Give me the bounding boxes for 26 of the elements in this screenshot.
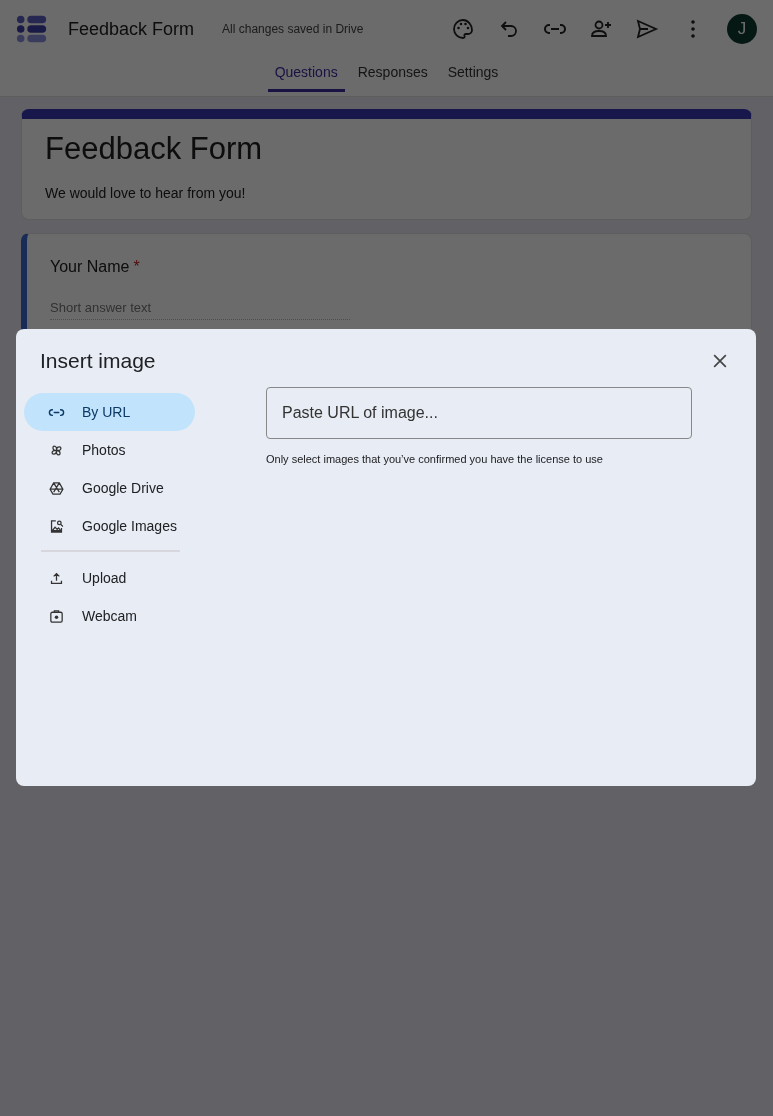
image-search-icon	[48, 517, 65, 535]
palette-icon[interactable]	[451, 17, 475, 41]
form-tab[interactable]: Questions	[267, 58, 345, 92]
form-title[interactable]: Feedback Form	[45, 131, 728, 167]
save-status: All changes saved in Drive	[222, 22, 364, 36]
source-menu-item[interactable]: Google Drive	[24, 469, 195, 507]
account-avatar[interactable]: J	[727, 14, 757, 44]
source-menu-item[interactable]: Photos	[24, 431, 195, 469]
source-menu-item[interactable]: Webcam	[24, 597, 195, 635]
form-tab[interactable]: Settings	[440, 58, 506, 92]
document-title[interactable]: Feedback Form	[68, 18, 195, 40]
source-menu-item[interactable]: By URL	[24, 393, 195, 431]
drive-icon	[48, 479, 65, 497]
source-menu-item[interactable]: Upload	[24, 559, 195, 597]
forms-logo-icon[interactable]	[16, 14, 48, 44]
url-input-field[interactable]: Paste URL of image...	[266, 387, 692, 439]
camera-icon	[48, 607, 65, 625]
license-note: Only select images that you’ve confirmed you have the license to use	[266, 453, 604, 465]
dialog-title: Insert image	[40, 349, 156, 373]
form-description[interactable]: We would love to hear from you!	[45, 185, 728, 201]
source-menu-item[interactable]: Google Images	[24, 507, 195, 545]
question-label[interactable]: Your Name	[50, 258, 130, 276]
send-icon[interactable]	[635, 17, 659, 41]
required-asterisk: *	[133, 258, 140, 276]
form-tab[interactable]: Responses	[350, 58, 435, 92]
short-answer-field[interactable]: Short answer text	[50, 296, 350, 320]
